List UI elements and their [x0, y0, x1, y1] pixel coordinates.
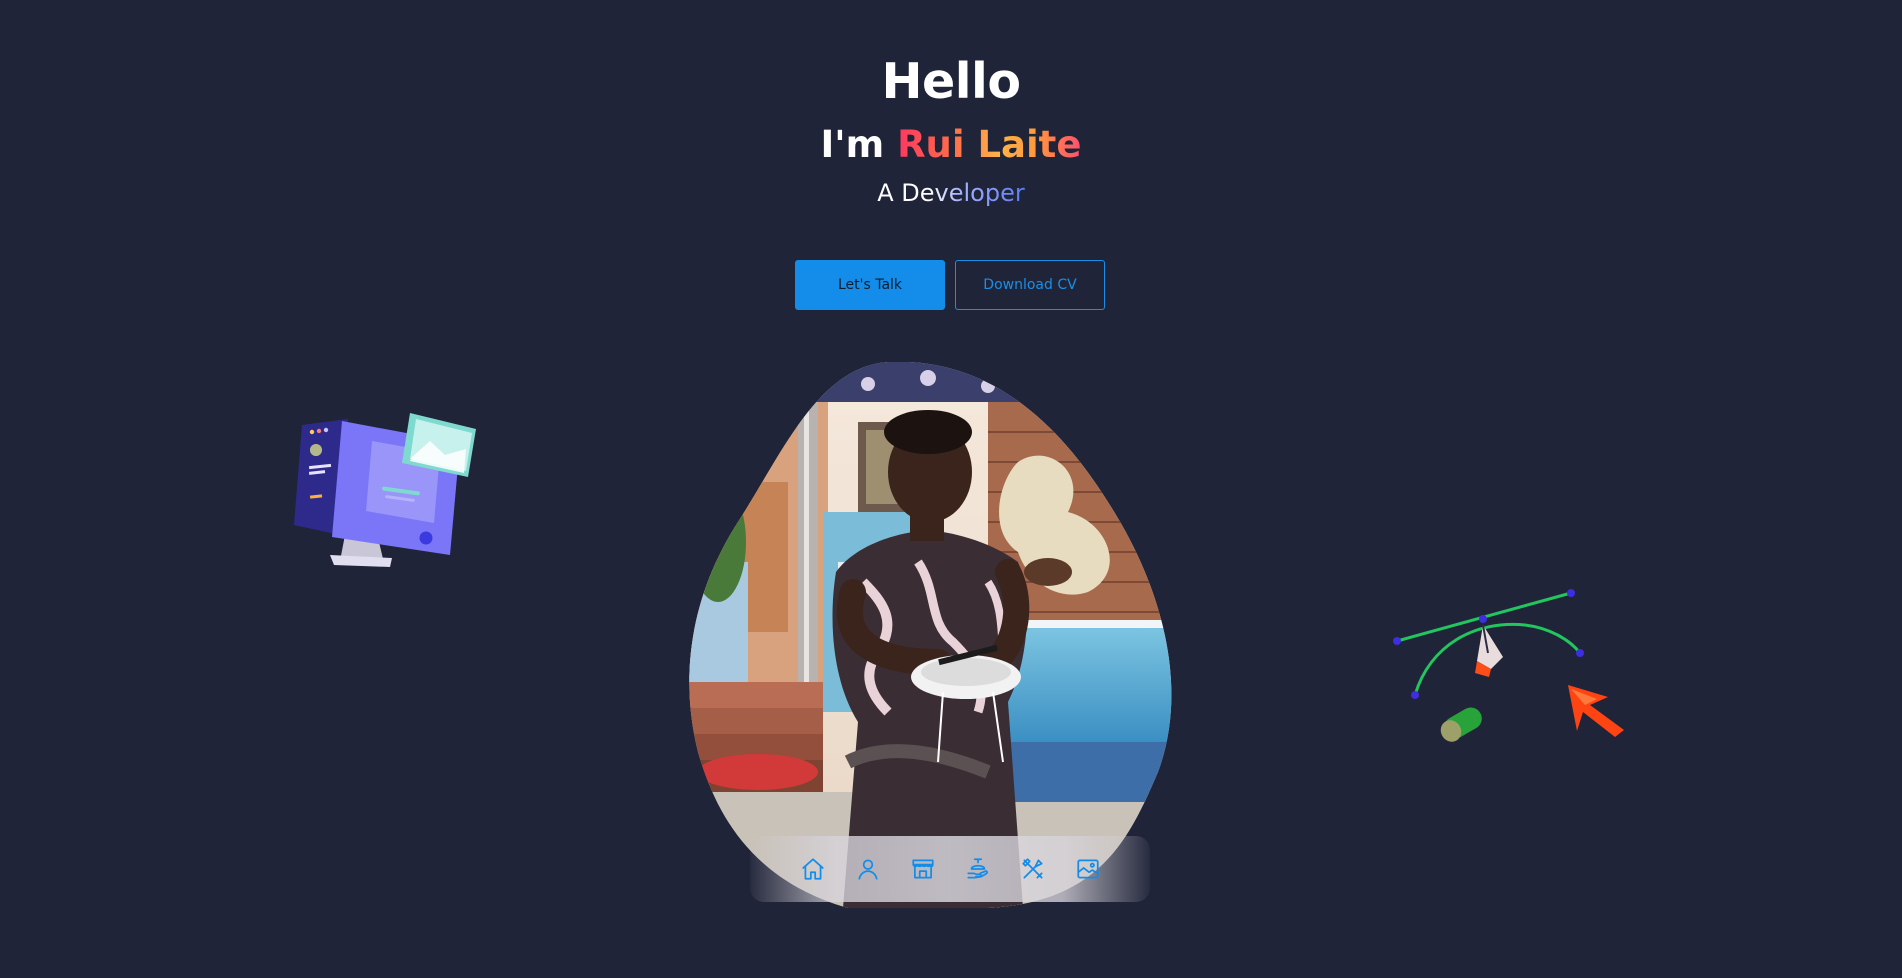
hero-greeting: Hello [881, 53, 1022, 110]
hand-service-icon [966, 858, 988, 879]
hero-intro: I'm Rui Laite [0, 122, 1902, 168]
monitor-illustration [290, 405, 500, 575]
store-icon [911, 859, 934, 879]
portrait-image [688, 362, 1176, 908]
role-text: A Developer [877, 179, 1025, 207]
tools-icon [1021, 858, 1043, 879]
nav-home[interactable] [799, 855, 827, 883]
bottom-nav [750, 836, 1150, 902]
nav-services[interactable] [964, 855, 992, 883]
image-icon [1076, 859, 1099, 879]
nav-portfolio[interactable] [909, 855, 937, 883]
cta-buttons: Let's Talk Download CV [795, 260, 1105, 310]
lets-talk-button[interactable]: Let's Talk [795, 260, 945, 310]
pen-tool-illustration [1385, 585, 1625, 755]
hero-role: A Developer [0, 176, 1902, 210]
nav-gallery[interactable] [1074, 855, 1102, 883]
download-cv-button[interactable]: Download CV [955, 260, 1105, 310]
intro-prefix: I'm [820, 123, 898, 166]
hero-name: Rui Laite [897, 123, 1082, 166]
home-icon [801, 858, 824, 880]
nav-skills[interactable] [1019, 855, 1047, 883]
nav-about[interactable] [854, 855, 882, 883]
user-icon [857, 859, 878, 880]
